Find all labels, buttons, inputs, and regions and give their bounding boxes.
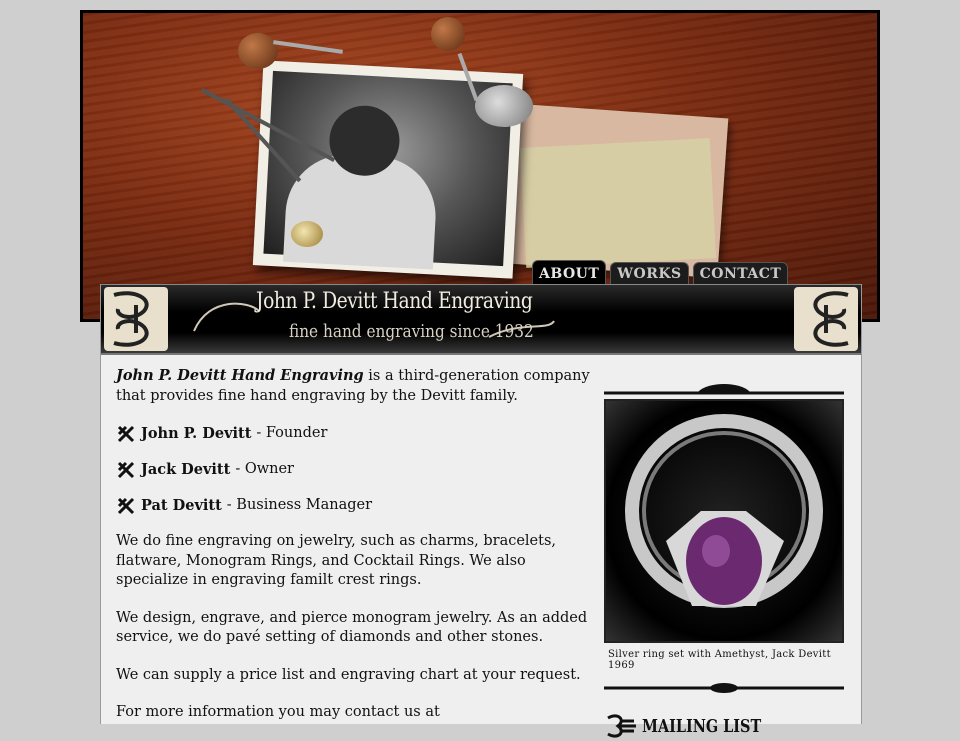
about-content: John P. Devitt Hand Engraving is a third… — [116, 366, 596, 741]
person-role: - Owner — [235, 461, 294, 478]
engraving-paper-2 — [519, 138, 717, 268]
flourish-right-icon — [794, 287, 858, 351]
site-tagline: fine hand engraving since 1932 — [289, 321, 534, 342]
person-item: John P. Devitt - Founder — [116, 424, 596, 444]
person-name: Pat Devitt — [141, 497, 222, 515]
flourish-left-icon — [104, 287, 168, 351]
mailing-list-link[interactable]: MAILING LIST — [604, 712, 848, 740]
tab-contact[interactable]: CONTACT — [692, 262, 789, 285]
engraved-medallion — [475, 85, 533, 127]
ornament-divider-icon — [604, 683, 844, 693]
mailing-list-icon — [607, 714, 636, 738]
person-role: - Business Manager — [226, 497, 373, 514]
bullet-flourish-icon — [117, 425, 135, 443]
person-item: Jack Devitt - Owner — [116, 460, 596, 480]
sidebar: Silver ring set with Amethyst, Jack Devi… — [604, 380, 848, 740]
site-banner: John P. Devitt Hand Engraving fine hand … — [101, 284, 861, 355]
person-item: Pat Devitt - Business Manager — [116, 496, 596, 516]
ring-image — [625, 414, 823, 608]
person-name: John P. Devitt — [141, 425, 252, 443]
price-list-paragraph: We can supply a price list and engraving… — [116, 666, 581, 683]
person-role: - Founder — [256, 425, 328, 442]
site-title: John P. Devitt Hand Engraving — [256, 289, 533, 314]
company-name: John P. Devitt Hand Engraving — [116, 367, 364, 384]
main-nav: ABOUT WORKS CONTACT — [532, 260, 789, 285]
ornament-divider-icon — [604, 384, 844, 395]
mailing-list-label[interactable]: MAILING LIST — [642, 716, 761, 737]
ring-caption: Silver ring set with Amethyst, Jack Devi… — [608, 649, 831, 671]
ring-photo — [604, 399, 844, 643]
tab-about[interactable]: ABOUT — [532, 260, 607, 285]
content-panel: John P. Devitt Hand Engraving fine hand … — [100, 284, 862, 738]
bullet-flourish-icon — [117, 461, 135, 479]
gold-ring — [291, 221, 323, 247]
person-name: Jack Devitt — [141, 461, 231, 479]
tool-handle-icon — [238, 33, 278, 69]
services-paragraph: We do fine engraving on jewelry, such as… — [116, 533, 557, 588]
tab-works[interactable]: WORKS — [610, 262, 689, 285]
bullet-flourish-icon — [117, 497, 135, 515]
design-paragraph: We design, engrave, and pierce monogram … — [116, 609, 588, 646]
tool-handle-icon — [431, 17, 465, 51]
intro-paragraph: John P. Devitt Hand Engraving is a third… — [116, 366, 596, 406]
